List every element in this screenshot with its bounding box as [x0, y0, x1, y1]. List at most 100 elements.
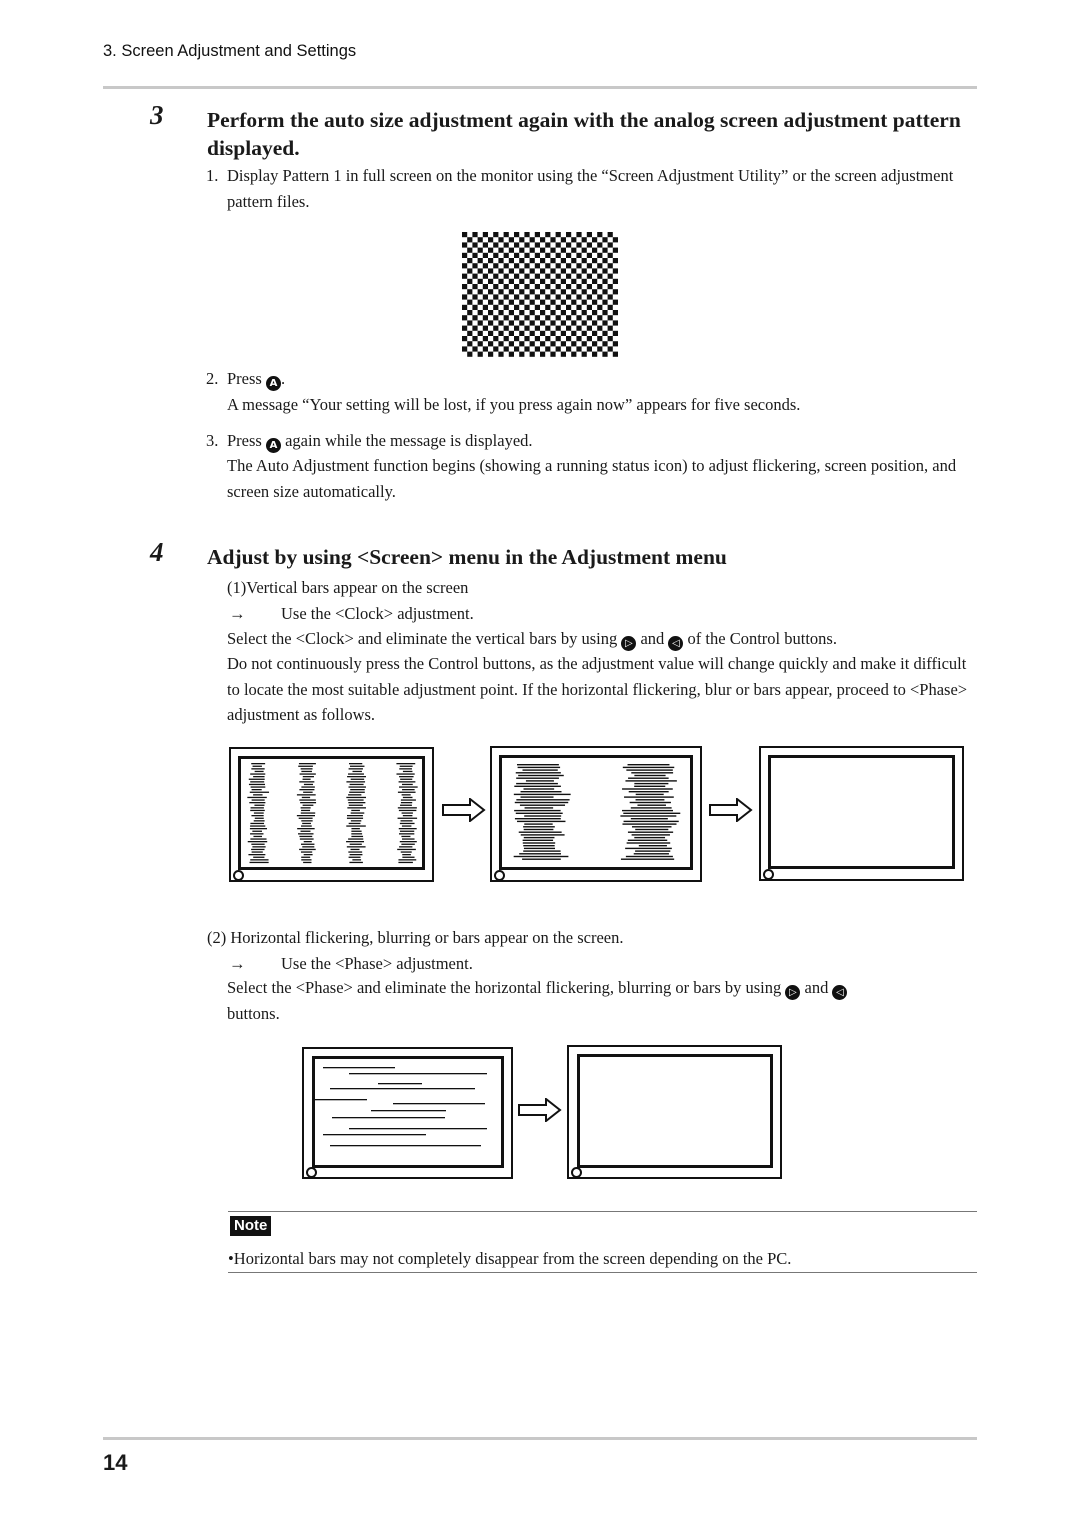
- noise-line: [398, 781, 416, 783]
- note-badge: Note: [230, 1216, 272, 1236]
- checker-cell: [462, 242, 468, 248]
- checker-cell: [566, 294, 572, 300]
- noise-line: [348, 768, 363, 770]
- item-press-line: Press A.: [227, 366, 285, 392]
- checker-cell: [576, 336, 582, 342]
- checker-cell: [566, 263, 572, 269]
- next-arrow-icon: [709, 798, 753, 822]
- checker-cell: [581, 299, 587, 305]
- noise-line: [633, 853, 669, 855]
- checker-cell: [488, 330, 494, 336]
- checker-cell: [462, 325, 468, 331]
- checker-cell: [550, 237, 556, 243]
- noise-line: [399, 846, 413, 848]
- noise-line: [627, 764, 670, 766]
- checker-cell: [566, 284, 572, 290]
- checker-cell: [550, 247, 556, 253]
- noise-line: [622, 809, 673, 812]
- checker-cell: [503, 232, 509, 238]
- checker-cell: [581, 237, 587, 243]
- checker-cell: [534, 304, 540, 310]
- noise-line: [349, 783, 364, 786]
- checker-cell: [550, 278, 556, 284]
- phase-condition: (2) Horizontal flickering, blurring or b…: [207, 928, 624, 947]
- auto-button-icon: A: [265, 376, 281, 391]
- noise-line: [302, 846, 315, 848]
- noise-line: [397, 791, 416, 793]
- checker-cell: [566, 252, 572, 258]
- noise-line: [525, 780, 554, 782]
- checker-cell: [472, 304, 478, 310]
- checker-cell: [488, 299, 494, 305]
- noise-line: [249, 828, 268, 830]
- checker-cell: [586, 284, 592, 290]
- checker-cell: [560, 351, 566, 357]
- auto-button-icon: A: [265, 438, 281, 453]
- checker-cell: [467, 310, 473, 316]
- monitor-two-bar-groups: [490, 746, 702, 882]
- checker-cell: [477, 268, 483, 274]
- and-text: and: [804, 978, 829, 997]
- noise-line: [523, 836, 555, 839]
- checker-cell: [534, 232, 540, 238]
- checker-cell: [540, 258, 546, 264]
- checker-cell: [607, 273, 613, 279]
- checker-cell: [560, 310, 566, 316]
- noise-line: [301, 825, 312, 827]
- next-arrow-icon: [442, 798, 486, 822]
- checker-cell: [519, 320, 525, 326]
- noise-line: [400, 799, 416, 801]
- checker-cell: [529, 237, 535, 243]
- checker-cell: [477, 247, 483, 253]
- noise-line: [522, 858, 561, 860]
- checker-cell: [529, 289, 535, 295]
- checker-cell: [482, 294, 488, 300]
- checker-cell: [524, 232, 530, 238]
- checker-cell: [586, 304, 592, 310]
- noise-line: [631, 772, 674, 774]
- checker-cell: [607, 325, 613, 331]
- page-number: 14: [103, 1450, 128, 1475]
- checker-cell: [540, 299, 546, 305]
- and-text: and: [640, 629, 665, 648]
- noise-line: [301, 843, 315, 845]
- noise-line: [347, 799, 364, 801]
- checker-cell: [612, 247, 618, 253]
- checker-cell: [586, 252, 592, 258]
- noise-line: [350, 789, 365, 791]
- noise-line: [523, 826, 555, 828]
- noise-line: [251, 789, 262, 791]
- noise-line: [254, 804, 265, 806]
- checker-cell: [498, 330, 504, 336]
- noise-line: [299, 838, 314, 840]
- noise-line: [299, 781, 315, 783]
- noise-line: [299, 789, 315, 791]
- noise-line: [298, 817, 313, 819]
- checker-cell: [529, 320, 535, 326]
- checker-cell: [586, 232, 592, 238]
- checker-cell: [534, 242, 540, 248]
- noise-line: [634, 774, 666, 777]
- checker-cell: [488, 351, 494, 357]
- checker-cell: [477, 310, 483, 316]
- noise-line: [248, 783, 266, 786]
- checker-cell: [592, 299, 598, 305]
- checker-cell: [550, 330, 556, 336]
- noise-line: [519, 853, 562, 855]
- noise-line: [402, 770, 413, 773]
- noise-line: [301, 786, 315, 788]
- clock-detail: Do not continuously press the Control bu…: [227, 654, 968, 724]
- noise-line: [348, 838, 364, 840]
- noise-line: [399, 768, 412, 770]
- checker-cell: [529, 278, 535, 284]
- checker-cell: [472, 242, 478, 248]
- checker-cell: [566, 304, 572, 310]
- checker-cell: [607, 294, 613, 300]
- checker-cell: [482, 304, 488, 310]
- checker-cell: [529, 310, 535, 316]
- press-text: Press: [227, 431, 262, 450]
- checker-cell: [560, 247, 566, 253]
- noise-line: [300, 830, 311, 832]
- checker-cell: [576, 242, 582, 248]
- checker-cell: [597, 294, 603, 300]
